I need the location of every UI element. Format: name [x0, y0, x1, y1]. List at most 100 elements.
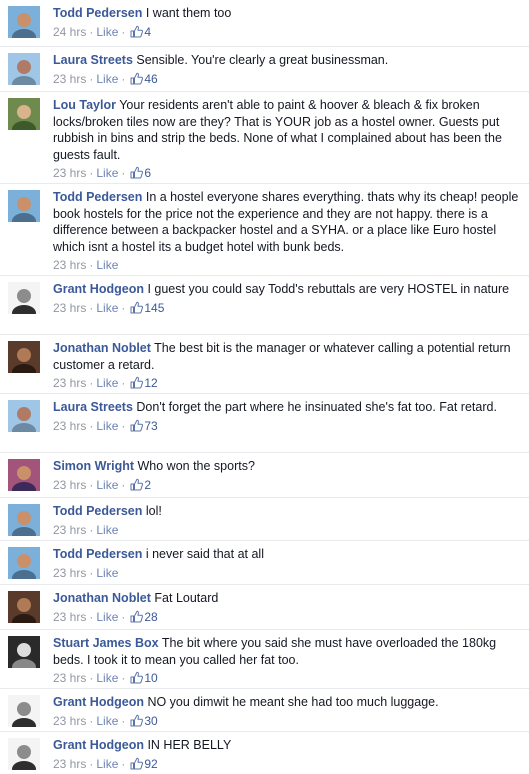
avatar[interactable]: [8, 591, 40, 623]
thumbs-up-icon[interactable]: [130, 610, 143, 628]
thumbs-up-icon[interactable]: [130, 166, 143, 184]
comment-timestamp[interactable]: 23 hrs: [53, 166, 86, 180]
avatar[interactable]: [8, 190, 40, 222]
like-count[interactable]: 12: [144, 376, 157, 390]
thumbs-up-icon[interactable]: [130, 757, 143, 774]
comment-meta: 23 hrs·Like·12: [53, 375, 523, 394]
separator-dot: ·: [89, 166, 93, 180]
thumbs-up-icon[interactable]: [130, 478, 143, 496]
comment-author-link[interactable]: Grant Hodgeon: [53, 695, 144, 709]
like-button[interactable]: Like: [96, 376, 118, 390]
comment: Jonathan Noblet Fat Loutard23 hrs·Like·2…: [0, 584, 529, 629]
separator-dot: ·: [89, 301, 93, 315]
like-button[interactable]: Like: [96, 714, 118, 728]
separator-dot: ·: [89, 610, 93, 624]
like-count[interactable]: 4: [144, 25, 151, 39]
comment-content: Laura Streets Sensible. You're clearly a…: [53, 52, 523, 69]
comment: Grant Hodgeon IN HER BELLY23 hrs·Like·92: [0, 731, 529, 773]
comment-timestamp[interactable]: 23 hrs: [53, 610, 86, 624]
like-count[interactable]: 46: [144, 72, 157, 86]
avatar[interactable]: [8, 504, 40, 536]
comment: Todd Pedersen I want them too24 hrs·Like…: [0, 0, 529, 46]
comment-timestamp[interactable]: 23 hrs: [53, 523, 86, 537]
separator-dot: ·: [121, 757, 125, 771]
comment-timestamp[interactable]: 23 hrs: [53, 376, 86, 390]
avatar[interactable]: [8, 6, 40, 38]
like-count[interactable]: 92: [144, 757, 157, 771]
comment-meta: 23 hrs·Like·10: [53, 670, 523, 689]
comment-content: Grant Hodgeon IN HER BELLY: [53, 737, 523, 754]
separator-dot: ·: [121, 671, 125, 685]
avatar[interactable]: [8, 459, 40, 491]
comment-timestamp[interactable]: 23 hrs: [53, 478, 86, 492]
like-count[interactable]: 28: [144, 610, 157, 624]
like-button[interactable]: Like: [96, 72, 118, 86]
comment-meta: 23 hrs·Like·73: [53, 418, 523, 437]
like-count[interactable]: 6: [144, 166, 151, 180]
thumbs-up-icon[interactable]: [130, 419, 143, 437]
comment-content: Grant Hodgeon NO you dimwit he meant she…: [53, 694, 523, 711]
avatar[interactable]: [8, 695, 40, 727]
like-button[interactable]: Like: [96, 671, 118, 685]
comment-author-link[interactable]: Todd Pedersen: [53, 190, 142, 204]
like-button[interactable]: Like: [96, 301, 118, 315]
comment-author-link[interactable]: Todd Pedersen: [53, 504, 142, 518]
comment-timestamp[interactable]: 23 hrs: [53, 72, 86, 86]
comment-text: I want them too: [146, 6, 231, 20]
comment-author-link[interactable]: Stuart James Box: [53, 636, 159, 650]
comment-body: Todd Pedersen I want them too24 hrs·Like…: [53, 5, 523, 42]
like-button[interactable]: Like: [96, 258, 118, 272]
comment-author-link[interactable]: Jonathan Noblet: [53, 341, 151, 355]
like-button[interactable]: Like: [96, 25, 118, 39]
separator-dot: ·: [89, 671, 93, 685]
comment-author-link[interactable]: Grant Hodgeon: [53, 738, 144, 752]
like-button[interactable]: Like: [96, 523, 118, 537]
comment-timestamp[interactable]: 23 hrs: [53, 301, 86, 315]
comment-timestamp[interactable]: 23 hrs: [53, 757, 86, 771]
thumbs-up-icon[interactable]: [130, 72, 143, 90]
comment-author-link[interactable]: Simon Wright: [53, 459, 134, 473]
like-count[interactable]: 73: [144, 419, 157, 433]
like-button[interactable]: Like: [96, 610, 118, 624]
separator-dot: ·: [89, 757, 93, 771]
comment-timestamp[interactable]: 23 hrs: [53, 671, 86, 685]
comment-timestamp[interactable]: 23 hrs: [53, 566, 86, 580]
like-button[interactable]: Like: [96, 166, 118, 180]
like-count[interactable]: 2: [144, 478, 151, 492]
separator-dot: ·: [121, 610, 125, 624]
like-count[interactable]: 30: [144, 714, 157, 728]
comment-timestamp[interactable]: 24 hrs: [53, 25, 86, 39]
comment-author-link[interactable]: Grant Hodgeon: [53, 282, 144, 296]
comment-author-link[interactable]: Jonathan Noblet: [53, 591, 151, 605]
comment-meta: 23 hrs·Like·46: [53, 71, 523, 90]
comment-content: Jonathan Noblet The best bit is the mana…: [53, 340, 523, 373]
avatar[interactable]: [8, 636, 40, 668]
comment-timestamp[interactable]: 23 hrs: [53, 419, 86, 433]
avatar[interactable]: [8, 282, 40, 314]
avatar[interactable]: [8, 341, 40, 373]
like-button[interactable]: Like: [96, 419, 118, 433]
like-button[interactable]: Like: [96, 566, 118, 580]
avatar[interactable]: [8, 547, 40, 579]
avatar[interactable]: [8, 400, 40, 432]
like-button[interactable]: Like: [96, 757, 118, 771]
like-count[interactable]: 145: [144, 301, 164, 315]
thumbs-up-icon[interactable]: [130, 376, 143, 394]
comment-author-link[interactable]: Todd Pedersen: [53, 547, 142, 561]
comment-timestamp[interactable]: 23 hrs: [53, 714, 86, 728]
comment-author-link[interactable]: Laura Streets: [53, 400, 133, 414]
thumbs-up-icon[interactable]: [130, 671, 143, 689]
like-button[interactable]: Like: [96, 478, 118, 492]
avatar[interactable]: [8, 98, 40, 130]
like-count[interactable]: 10: [144, 671, 157, 685]
avatar[interactable]: [8, 53, 40, 85]
comment-author-link[interactable]: Lou Taylor: [53, 98, 116, 112]
thumbs-up-icon[interactable]: [130, 714, 143, 732]
thumbs-up-icon[interactable]: [130, 301, 143, 319]
comment-author-link[interactable]: Todd Pedersen: [53, 6, 142, 20]
avatar[interactable]: [8, 738, 40, 770]
comment-text: NO you dimwit he meant she had too much …: [147, 695, 438, 709]
comment-timestamp[interactable]: 23 hrs: [53, 258, 86, 272]
thumbs-up-icon[interactable]: [130, 25, 143, 43]
comment-author-link[interactable]: Laura Streets: [53, 53, 133, 67]
